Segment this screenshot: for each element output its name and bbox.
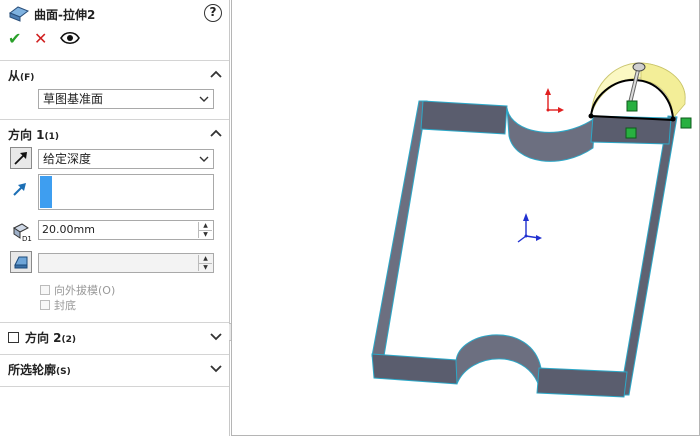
selected-contours-group-header[interactable]: 所选轮廓(S) bbox=[8, 361, 222, 379]
preview-eye-icon[interactable] bbox=[60, 30, 80, 50]
checkbox-box bbox=[40, 285, 50, 295]
feature-title: 曲面-拉伸2 bbox=[34, 8, 96, 22]
right-wall-face[interactable] bbox=[619, 115, 678, 396]
separator bbox=[0, 119, 229, 120]
direction2-label: 方向 2 bbox=[25, 331, 62, 345]
depth-value: 20.00mm bbox=[42, 223, 95, 236]
from-select[interactable]: 草图基准面 bbox=[38, 89, 214, 109]
help-button[interactable]: ? bbox=[204, 4, 222, 22]
graphics-viewport[interactable] bbox=[231, 0, 700, 436]
chevron-down-icon bbox=[199, 96, 209, 102]
direction2-checkbox[interactable] bbox=[8, 332, 19, 343]
selected-contours-shortcut: (S) bbox=[56, 367, 71, 377]
sketch-point[interactable] bbox=[670, 116, 676, 122]
separator bbox=[0, 354, 229, 355]
separator bbox=[0, 322, 229, 323]
depth-drag-handle-icon[interactable] bbox=[632, 62, 646, 72]
sketch-point[interactable] bbox=[588, 113, 594, 119]
from-label: 从 bbox=[8, 69, 21, 83]
separator bbox=[0, 60, 229, 61]
selection-highlight bbox=[40, 176, 52, 208]
top-left-wall-face[interactable] bbox=[420, 100, 508, 135]
sketch-origin-icon bbox=[545, 88, 564, 113]
direction2-shortcut: (2) bbox=[61, 335, 77, 345]
ok-button[interactable]: ✔ bbox=[8, 30, 21, 48]
from-shortcut: (F) bbox=[20, 73, 35, 83]
surface-extrude-icon bbox=[8, 5, 30, 26]
chevron-down-icon[interactable] bbox=[210, 331, 222, 341]
chevron-down-icon[interactable] bbox=[210, 363, 222, 373]
draft-outward-checkbox: 向外拔模(O) bbox=[40, 282, 115, 298]
horizontal-relation-icon[interactable] bbox=[680, 117, 692, 129]
bottom-left-wall-face[interactable] bbox=[371, 353, 458, 385]
draft-angle-input: ▲ ▼ bbox=[38, 253, 214, 273]
cap-end-checkbox: 封底 bbox=[40, 297, 76, 313]
draft-toggle-icon[interactable] bbox=[10, 251, 32, 273]
direction2-group-header[interactable]: 方向 2(2) bbox=[8, 329, 222, 347]
left-wall-face[interactable] bbox=[371, 100, 428, 357]
property-manager-panel: 曲面-拉伸2 ? ✔ ✕ 从(F) 草图基准面 方向 1(1) 给定深度 D1 … bbox=[0, 0, 230, 436]
direction1-group-header[interactable]: 方向 1(1) bbox=[8, 126, 222, 144]
draft-outward-label: 向外拔模(O) bbox=[54, 284, 116, 297]
depth-dimension-icon: D1 bbox=[10, 220, 32, 243]
depth-input[interactable]: 20.00mm ▲ ▼ bbox=[38, 220, 214, 240]
end-condition-value: 给定深度 bbox=[43, 152, 92, 166]
property-manager-header: 曲面-拉伸2 ? bbox=[6, 4, 222, 24]
cancel-button[interactable]: ✕ bbox=[34, 30, 47, 48]
bottom-arc-wall-face[interactable] bbox=[455, 334, 542, 394]
direction1-shortcut: (1) bbox=[44, 132, 60, 142]
checkbox-box bbox=[40, 300, 50, 310]
direction1-label: 方向 1 bbox=[8, 128, 45, 142]
midpoint-relation-icon[interactable] bbox=[625, 127, 637, 139]
selected-contours-label: 所选轮廓 bbox=[8, 363, 57, 377]
model-view bbox=[371, 62, 692, 398]
chevron-up-icon[interactable] bbox=[210, 128, 222, 138]
model-origin-icon bbox=[517, 213, 542, 243]
depth-spinner[interactable]: ▲ ▼ bbox=[198, 222, 212, 238]
coincident-relation-icon[interactable] bbox=[626, 100, 638, 112]
end-condition-select[interactable]: 给定深度 bbox=[38, 149, 214, 169]
draft-angle-spinner: ▲ ▼ bbox=[198, 255, 212, 271]
chevron-down-icon bbox=[199, 156, 209, 162]
separator bbox=[0, 386, 229, 387]
bottom-right-wall-face[interactable] bbox=[536, 367, 628, 398]
cap-end-label: 封底 bbox=[54, 299, 76, 312]
chevron-up-icon[interactable] bbox=[210, 69, 222, 79]
from-select-value: 草图基准面 bbox=[43, 92, 104, 106]
direction-vector-icon bbox=[10, 178, 32, 200]
extrude-preview-cap bbox=[640, 62, 686, 120]
top-arc-wall-face[interactable] bbox=[506, 107, 596, 162]
reverse-direction-icon[interactable] bbox=[10, 147, 32, 169]
direction-reference-listbox[interactable] bbox=[38, 174, 214, 210]
svg-text:D1: D1 bbox=[22, 235, 32, 242]
from-group-header[interactable]: 从(F) bbox=[8, 67, 222, 85]
